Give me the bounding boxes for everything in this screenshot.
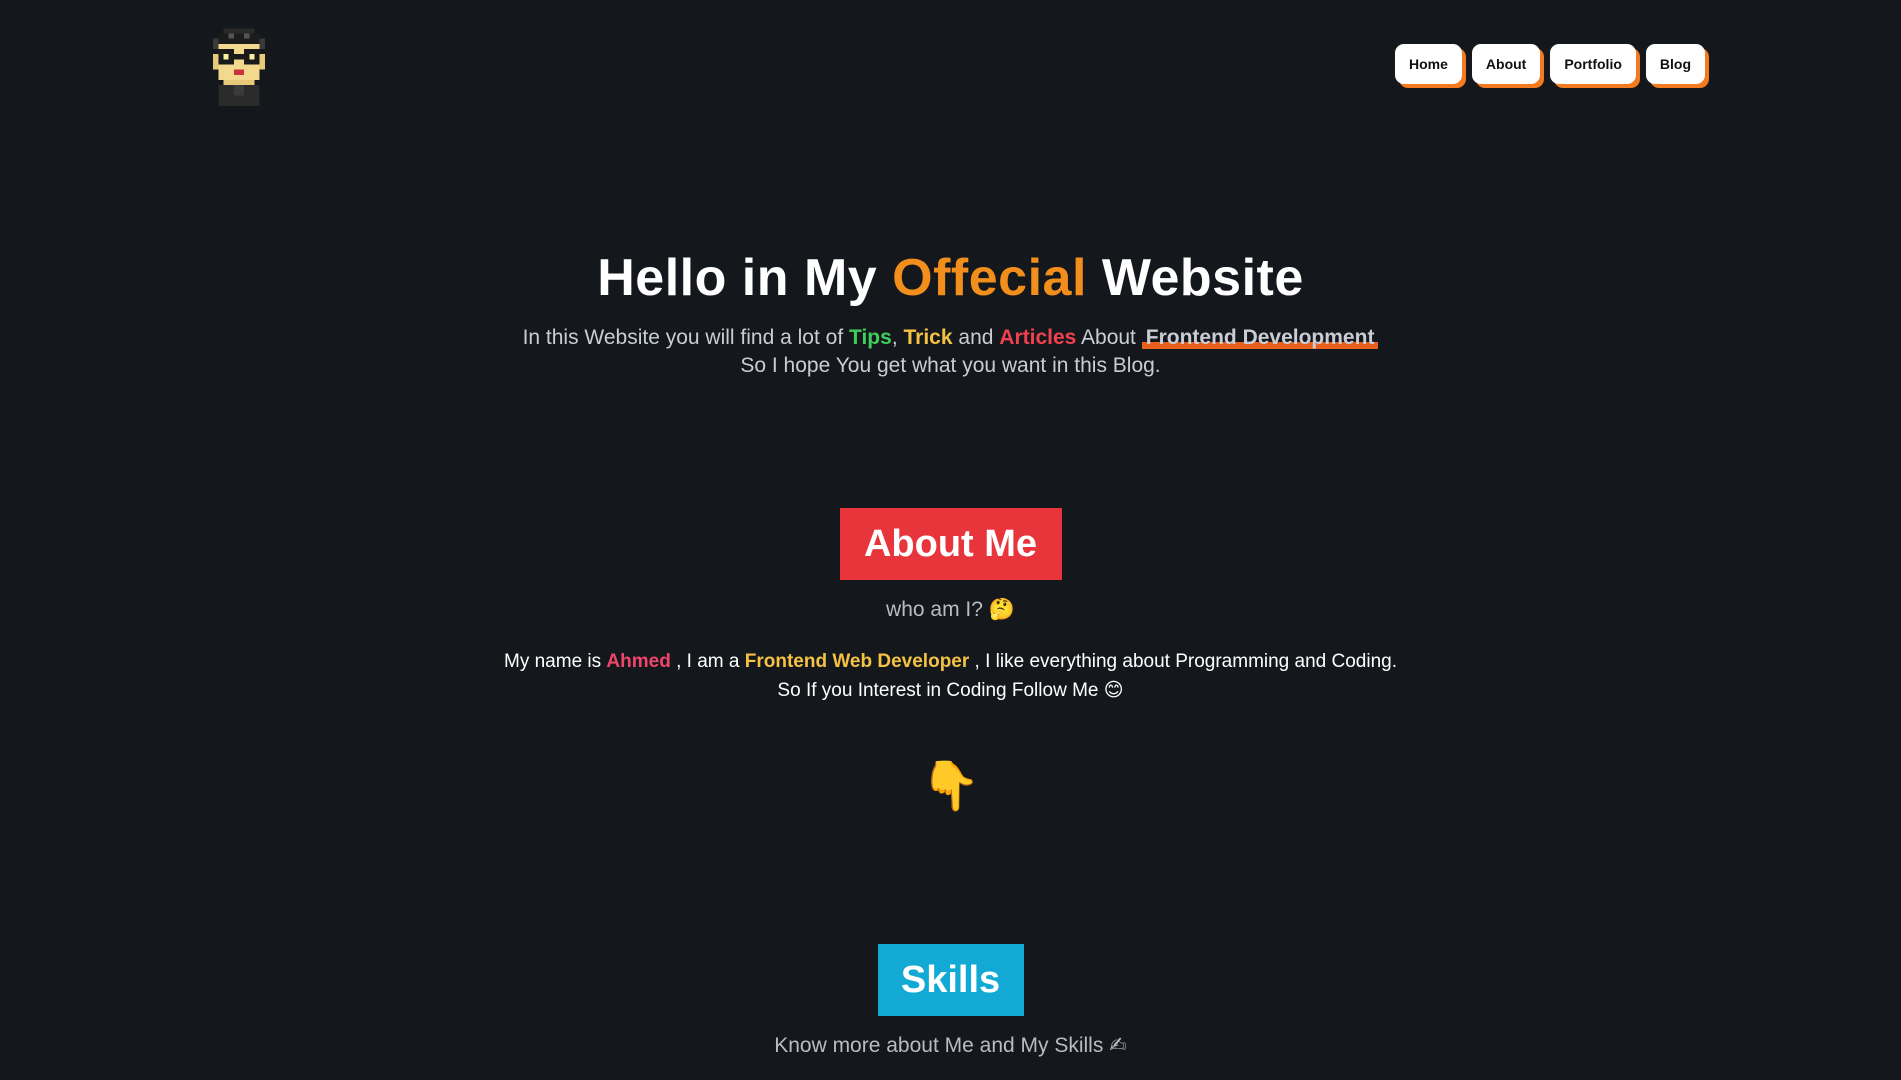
trick-highlight: Trick [903,326,953,349]
main-nav: Home About Portfolio Blog [1395,44,1705,84]
nav-portfolio-button[interactable]: Portfolio [1550,44,1636,84]
writing-hand-icon: ✍ [1109,1033,1127,1057]
about-me-heading: About Me [839,508,1062,580]
hero-comma: , [891,326,898,349]
about-subtitle-text: who am I? [886,598,983,621]
about-body-prefix: My name is [504,651,602,672]
hero-subtitle-line2: So I hope You get what you want in this … [740,354,1161,377]
about-me-body: My name is Ahmed , I am a Frontend Web D… [0,648,1901,705]
hero-subtitle-line1: In this Website you will find a lot of T… [0,324,1901,352]
hero-line1-prefix: In this Website you will find a lot of [522,326,844,349]
hero-title-part2: Website [1101,249,1304,307]
page: Home About Portfolio Blog Hello in My Of… [0,0,1901,1080]
smiling-face-icon: 😊 [1103,679,1124,701]
author-role: Frontend Web Developer [744,651,970,672]
hero-title: Hello in My Offecial Website [0,248,1901,308]
about-body-mid: , I am a [676,651,740,672]
skills-heading: Skills [877,944,1024,1016]
hero-subtitle: In this Website you will find a lot of T… [0,324,1901,380]
about-body-suffix: , I like everything about Programming an… [974,651,1397,672]
skills-subtitle: Know more about Me and My Skills ✍ [0,1033,1901,1058]
author-name: Ahmed [606,651,671,672]
hero-about: About [1081,326,1136,349]
tips-highlight: Tips [849,326,892,349]
pointing-down-icon: 👇 [920,758,981,814]
thinking-face-icon: 🤔 [988,597,1015,621]
about-me-subtitle: who am I? 🤔 [0,597,1901,622]
pixel-avatar-icon[interactable] [208,28,270,106]
about-body-line2: So If you Interest in Coding Follow Me 😊 [0,676,1901,705]
about-body-line1: My name is Ahmed , I am a Frontend Web D… [0,648,1901,676]
hero-title-accent: Offecial [892,249,1087,307]
hero-title-part1: Hello in My [597,249,878,307]
nav-home-button[interactable]: Home [1395,44,1462,84]
about-body-line2-text: So If you Interest in Coding Follow Me [777,680,1099,701]
nav-about-button[interactable]: About [1471,44,1541,84]
nav-blog-button[interactable]: Blog [1645,44,1705,84]
articles-highlight: Articles [999,326,1077,349]
skills-subtitle-text: Know more about Me and My Skills [774,1034,1104,1057]
hero-and: and [958,326,994,349]
frontend-development-highlight: Frontend Development [1141,326,1379,349]
